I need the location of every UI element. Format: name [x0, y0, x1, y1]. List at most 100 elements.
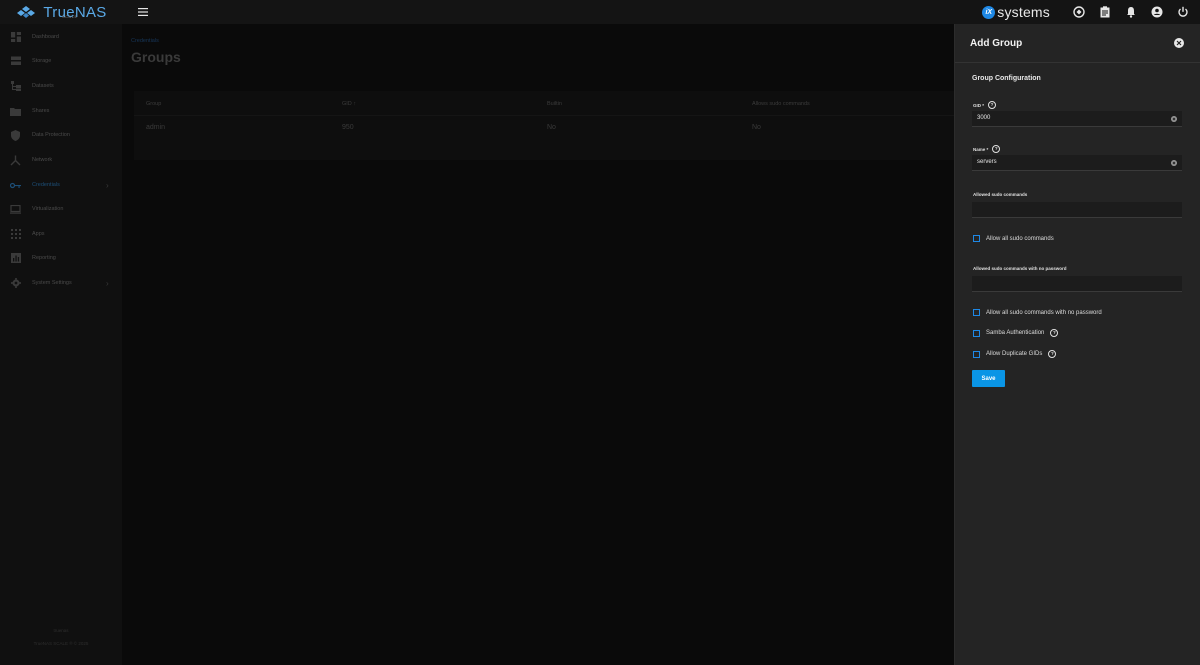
panel-header: Add Group [955, 24, 1200, 63]
account-circle-icon [1151, 6, 1163, 18]
power-icon [1178, 6, 1188, 17]
cell-group[interactable]: admin [146, 124, 165, 131]
help-icon[interactable]: ? [1050, 329, 1059, 337]
sidebar-item-reporting[interactable]: Reporting [0, 246, 122, 270]
groups-table: Group GID ↑ Builtin Allows sudo commands… [134, 91, 956, 160]
close-icon [1176, 40, 1182, 46]
sidebar-item-dashboard[interactable]: Dashboard [0, 25, 122, 49]
laptop-icon [10, 204, 21, 215]
sidebar-item-label: Network [32, 157, 53, 163]
help-icon[interactable]: ? [992, 145, 1001, 153]
sidebar-item-storage[interactable]: Storage [0, 49, 122, 73]
sidebar-item-label: Storage [32, 58, 52, 64]
sidebar-item-label: Data Protection [32, 132, 70, 138]
top-bar: TrueNAS SCALE iX systems [0, 0, 1200, 24]
gid-input[interactable]: 3000 [972, 111, 1182, 127]
column-header-group[interactable]: Group [146, 101, 161, 107]
truenas-logo[interactable]: TrueNAS SCALE [0, 0, 122, 24]
brand-edition: SCALE [62, 14, 78, 19]
cell-gid: 950 [342, 124, 354, 131]
allow-all-sudo-checkbox[interactable]: Allow all sudo commands [973, 235, 1054, 242]
ixsystems-logo[interactable]: iX systems [982, 4, 1050, 20]
name-input[interactable]: servers [972, 155, 1182, 171]
page-title: Groups [131, 49, 181, 65]
sudo-nopass-label: Allowed sudo commands with no password [973, 266, 1067, 271]
checkbox-label: Samba Authentication [986, 330, 1045, 336]
column-header-sudo[interactable]: Allows sudo commands [752, 101, 810, 107]
panel-title: Add Group [970, 38, 1023, 49]
sidebar-hostname: truenas [53, 628, 69, 633]
clear-icon [1172, 117, 1176, 121]
checkbox-label: Allow Duplicate GIDs [986, 351, 1043, 357]
apps-grid-icon [10, 229, 21, 240]
help-icon[interactable]: ? [1048, 350, 1057, 358]
checkbox-box[interactable] [973, 235, 980, 242]
close-panel-button[interactable] [1174, 38, 1184, 48]
hamburger-icon [138, 8, 148, 16]
gear-icon [10, 278, 21, 289]
bell-icon [1127, 7, 1135, 18]
storage-icon [10, 56, 21, 67]
network-icon [10, 155, 21, 166]
notifications-button[interactable] [1124, 5, 1138, 19]
sidebar-item-data-protection[interactable]: Data Protection [0, 123, 122, 147]
sidebar-item-label: Dashboard [32, 34, 59, 40]
clear-gid-button[interactable] [1171, 116, 1177, 122]
shares-icon [10, 106, 21, 117]
truecommand-button[interactable] [1072, 5, 1086, 19]
chart-icon [10, 253, 21, 264]
sidebar-item-label: Credentials [32, 182, 60, 188]
clear-icon [1172, 161, 1176, 165]
samba-auth-checkbox[interactable]: Samba Authentication ? [973, 329, 1059, 337]
sudo-commands-input[interactable] [972, 202, 1182, 218]
chevron-right-icon: › [106, 278, 109, 288]
account-button[interactable] [1150, 5, 1164, 19]
sidebar-item-credentials[interactable]: Credentials › [0, 173, 122, 197]
sidebar-item-virtualization[interactable]: Virtualization [0, 197, 122, 221]
allow-duplicate-gids-checkbox[interactable]: Allow Duplicate GIDs ? [973, 350, 1057, 358]
sudo-commands-label: Allowed sudo commands [973, 192, 1028, 197]
name-label: Name * ? [973, 145, 1001, 153]
save-button[interactable]: Save [972, 370, 1005, 387]
cell-builtin: No [547, 124, 556, 131]
sidebar-item-shares[interactable]: Shares [0, 99, 122, 123]
gid-value: 3000 [977, 115, 991, 121]
truecommand-icon [1073, 6, 1085, 18]
allow-all-nopass-checkbox[interactable]: Allow all sudo commands with no password [973, 309, 1102, 316]
breadcrumb[interactable]: Credentials [131, 38, 159, 44]
chevron-right-icon: › [106, 180, 109, 190]
checkbox-label: Allow all sudo commands [986, 235, 1054, 242]
sort-arrow-up-icon: ↑ [353, 101, 357, 107]
name-value: servers [977, 159, 997, 165]
sidebar-item-label: Reporting [32, 255, 56, 261]
add-group-panel: Add Group Group Configuration GID * ? 30… [954, 24, 1200, 665]
header-divider [134, 115, 956, 116]
sidebar-item-system-settings[interactable]: System Settings › [0, 271, 122, 295]
checkbox-box[interactable] [973, 329, 980, 337]
key-icon [10, 180, 21, 191]
help-icon[interactable]: ? [988, 101, 997, 109]
sidebar: Dashboard Storage Datasets Shares Data P… [0, 24, 122, 665]
vendor-name: systems [997, 4, 1050, 20]
cell-sudo: No [752, 124, 761, 131]
checkbox-label: Allow all sudo commands with no password [986, 309, 1102, 316]
power-button[interactable] [1176, 5, 1190, 19]
column-header-builtin[interactable]: Builtin [547, 101, 562, 107]
sidebar-item-datasets[interactable]: Datasets [0, 74, 122, 98]
sidebar-item-label: Apps [32, 231, 45, 237]
jobs-button[interactable] [1098, 5, 1112, 19]
checkbox-box[interactable] [973, 350, 980, 358]
sudo-nopass-input[interactable] [972, 276, 1182, 292]
checkbox-box[interactable] [973, 309, 980, 316]
sidebar-item-label: Shares [32, 108, 50, 114]
ix-badge: iX [982, 5, 996, 19]
sidebar-item-network[interactable]: Network [0, 148, 122, 172]
clear-name-button[interactable] [1171, 160, 1177, 166]
menu-toggle-button[interactable] [136, 5, 150, 19]
sidebar-copyright[interactable]: TrueNAS SCALE ® © 2025 [0, 641, 122, 646]
main-content: Credentials Groups Group GID ↑ Builtin A… [122, 24, 956, 665]
sidebar-item-apps[interactable]: Apps [0, 222, 122, 246]
column-header-gid[interactable]: GID ↑ [342, 101, 356, 107]
shield-icon [10, 129, 21, 141]
dashboard-icon [10, 32, 21, 43]
